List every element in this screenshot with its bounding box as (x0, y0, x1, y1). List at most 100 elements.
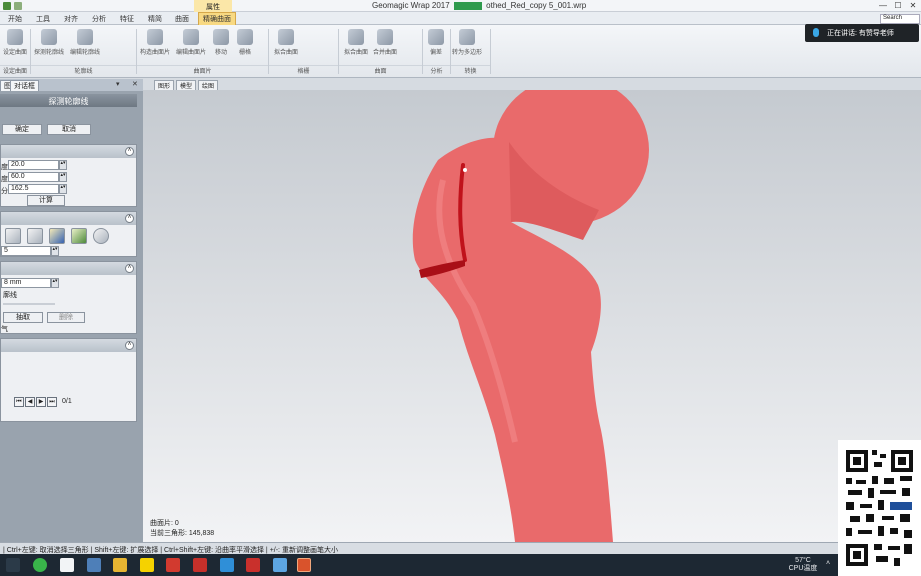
cpu-temp-tray[interactable]: 57°C CPU温度 (786, 557, 820, 573)
param-section: ˄ 度 20.0 ▴▾ 度 60.0 ▴▾ 分 162.5 ▴▾ 计算 (0, 144, 137, 207)
spin-arrows-icon[interactable]: ▴▾ (59, 184, 67, 194)
extract-section: ˄ 8 mm ▴▾ 廓线 抽取 删除 气 (0, 261, 137, 334)
progress-divider (3, 303, 55, 305)
app-red-icon[interactable] (166, 558, 180, 572)
cancel-button[interactable]: 取消 (47, 124, 91, 135)
collapse-icon[interactable]: ˄ (125, 214, 134, 223)
app-browser-icon[interactable] (273, 558, 287, 572)
femur-mesh (412, 90, 649, 542)
app-media-icon[interactable] (246, 558, 260, 572)
grid-button[interactable]: 栅格 (230, 29, 260, 56)
tray-expand-icon[interactable]: ˄ (826, 560, 830, 568)
tab-start[interactable]: 开始 (8, 14, 22, 24)
build-patches-button[interactable]: 构造曲面片 (140, 29, 170, 56)
contour-label: 廓线 (3, 292, 17, 299)
collapse-icon[interactable]: ˄ (125, 341, 134, 350)
fit-surface-icon (278, 29, 294, 45)
probe-contour-button[interactable]: 探测轮廓线 (34, 29, 64, 56)
param-field-2[interactable]: 60.0 (8, 172, 59, 182)
next-page-button[interactable]: ▶ (36, 397, 46, 407)
spin-arrows-icon[interactable]: ▴▾ (51, 278, 59, 288)
minimize-button[interactable]: — (876, 1, 890, 11)
collapse-icon[interactable]: ˄ (125, 147, 134, 156)
group-label: 曲面片 (137, 65, 268, 75)
sphere-tool-icon[interactable] (93, 228, 109, 244)
app-blue-icon[interactable] (87, 558, 101, 572)
mouse-cursor-icon (463, 168, 467, 172)
app-logo-icon (3, 2, 11, 10)
fit-surface-2-icon (348, 29, 364, 45)
tab-align[interactable]: 对齐 (64, 14, 78, 24)
delete-button[interactable]: 删除 (47, 312, 85, 323)
param-field-1[interactable]: 20.0 (8, 160, 59, 170)
qr-code-graphic (846, 450, 913, 566)
app-cloud-icon[interactable] (220, 558, 234, 572)
task-view-icon[interactable] (6, 558, 20, 572)
panel-close-icon[interactable]: ✕ (132, 80, 138, 88)
section-header: ˄ (1, 262, 136, 275)
distance-field[interactable]: 8 mm (1, 278, 51, 288)
lasso-select-icon[interactable] (49, 228, 65, 244)
prev-page-button[interactable]: ◀ (25, 397, 35, 407)
bone-model[interactable] (143, 90, 921, 542)
dialog-title: 探测轮廓线 (0, 94, 137, 107)
deviation-button[interactable]: 偏差 (421, 29, 451, 56)
3d-viewport[interactable]: 曲面片: 0 当前三角形: 145,838 (143, 90, 921, 542)
search-input[interactable]: Search (880, 14, 920, 24)
speaking-notification: 正在讲话: 有赞导老师 (805, 24, 919, 42)
wps-icon[interactable] (193, 558, 207, 572)
compute-button[interactable]: 计算 (27, 195, 65, 206)
grid-icon (237, 29, 253, 45)
save-icon[interactable] (14, 2, 22, 10)
fit-surface-button[interactable]: 拟合曲面 (271, 29, 301, 56)
select-tool-icon[interactable] (5, 228, 21, 244)
merge-surface-icon (377, 29, 393, 45)
last-page-button[interactable]: ⏭ (47, 397, 57, 407)
param-label: 分 (1, 188, 8, 195)
convert-polygon-button[interactable]: 转为多边形 (452, 29, 482, 56)
param-label: 度 (1, 176, 8, 183)
patch-edit-icon (183, 29, 199, 45)
tab-refine[interactable]: 精简 (148, 14, 162, 24)
tab-surface[interactable]: 曲面 (175, 14, 189, 24)
ok-button[interactable]: 确定 (2, 124, 42, 135)
group-label: 分析 (423, 65, 450, 75)
set-surface-button[interactable]: 设定曲面 (0, 29, 30, 56)
tab-analysis[interactable]: 分析 (92, 14, 106, 24)
triangle-count: 当前三角形: 145,838 (150, 530, 215, 537)
wrench-icon (7, 29, 23, 45)
section-header: ˄ (1, 339, 136, 352)
tab-feature[interactable]: 特征 (120, 14, 134, 24)
wechat-icon[interactable] (60, 558, 74, 572)
box-select-icon[interactable] (27, 228, 43, 244)
section-header: ˄ (1, 212, 136, 225)
spin-arrows-icon[interactable]: ▴▾ (59, 160, 67, 170)
maximize-button[interactable]: ☐ (891, 1, 905, 11)
close-button[interactable]: ✕ (906, 1, 920, 11)
edit-patches-button[interactable]: 编辑曲面片 (176, 29, 206, 56)
group-label: 曲面 (339, 65, 422, 75)
spin-arrows-icon[interactable]: ▴▾ (59, 172, 67, 182)
panel-menu-icon[interactable]: ▾ (116, 80, 120, 88)
extract-button[interactable]: 抽取 (3, 312, 43, 323)
collapse-icon[interactable]: ˄ (125, 264, 134, 273)
meeting-badge (453, 1, 482, 10)
param-field-3[interactable]: 162.5 (8, 184, 59, 194)
file-explorer-icon[interactable] (113, 558, 127, 572)
spin-arrows-icon[interactable]: ▴▾ (51, 246, 59, 256)
brush-select-icon[interactable] (71, 228, 87, 244)
fit-surface-2-button[interactable]: 拟合曲面 (341, 29, 371, 56)
windows-taskbar: 57°C CPU温度 ˄ (0, 554, 921, 576)
title-bar: Geomagic Wrap 2017 othed_Red_copy 5_001.… (0, 0, 921, 12)
geomagic-wrap-icon[interactable] (297, 558, 311, 572)
app-yellow-icon[interactable] (140, 558, 154, 572)
section-footer-label: 气 (1, 326, 8, 333)
first-page-button[interactable]: ⏮ (14, 397, 24, 407)
merge-surface-button[interactable]: 合并曲面 (370, 29, 400, 56)
tab-exact-surface[interactable]: 精确曲面 (198, 12, 236, 26)
tab-tools[interactable]: 工具 (36, 14, 50, 24)
group-label: 格栅 (269, 65, 338, 75)
edit-contour-button[interactable]: 编辑轮廓线 (70, 29, 100, 56)
app-360-icon[interactable] (33, 558, 47, 572)
size-field[interactable]: 5 (1, 246, 51, 256)
